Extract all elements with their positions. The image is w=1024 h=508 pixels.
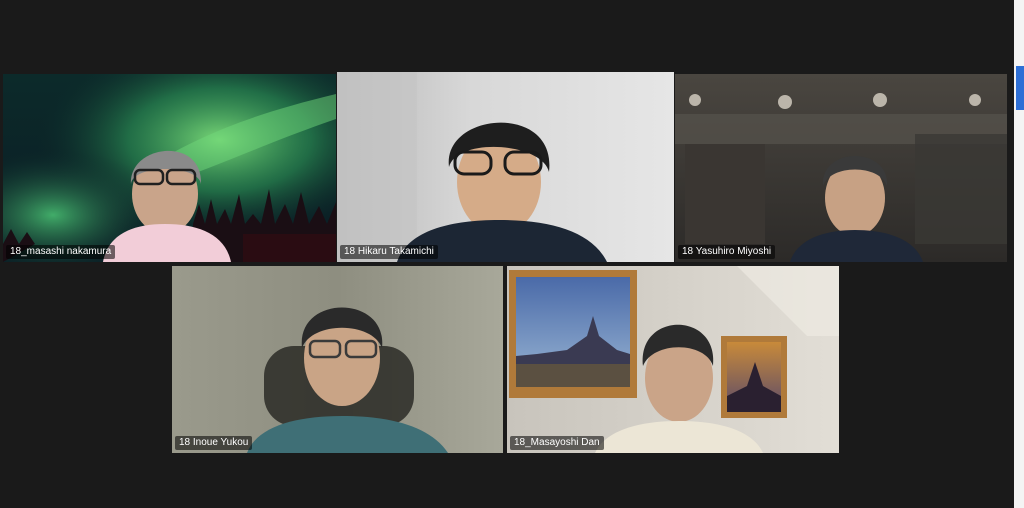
video-feed bbox=[172, 266, 503, 453]
video-tile-masashi[interactable]: 18_masashi nakamura bbox=[3, 74, 336, 262]
video-tile-yasuhiro[interactable]: 18 Yasuhiro Miyoshi bbox=[675, 74, 1007, 262]
video-feed bbox=[507, 266, 839, 453]
participant-name-label: 18_Masayoshi Dan bbox=[510, 436, 604, 450]
video-tile-inoue[interactable]: 18 Inoue Yukou bbox=[172, 266, 503, 453]
video-feed bbox=[675, 74, 1007, 262]
video-feed bbox=[337, 72, 674, 262]
participant-name-label: 18 Hikaru Takamichi bbox=[340, 245, 438, 259]
side-panel-accent bbox=[1016, 66, 1024, 110]
participant-name-label: 18 Inoue Yukou bbox=[175, 436, 253, 450]
participant-name-label: 18_masashi nakamura bbox=[6, 245, 116, 259]
video-feed bbox=[3, 74, 336, 262]
video-tile-hikaru[interactable]: 18 Hikaru Takamichi bbox=[337, 72, 674, 262]
participant-name-label: 18 Yasuhiro Miyoshi bbox=[678, 245, 776, 259]
video-tile-masayoshi[interactable]: 18_Masayoshi Dan bbox=[507, 266, 839, 453]
